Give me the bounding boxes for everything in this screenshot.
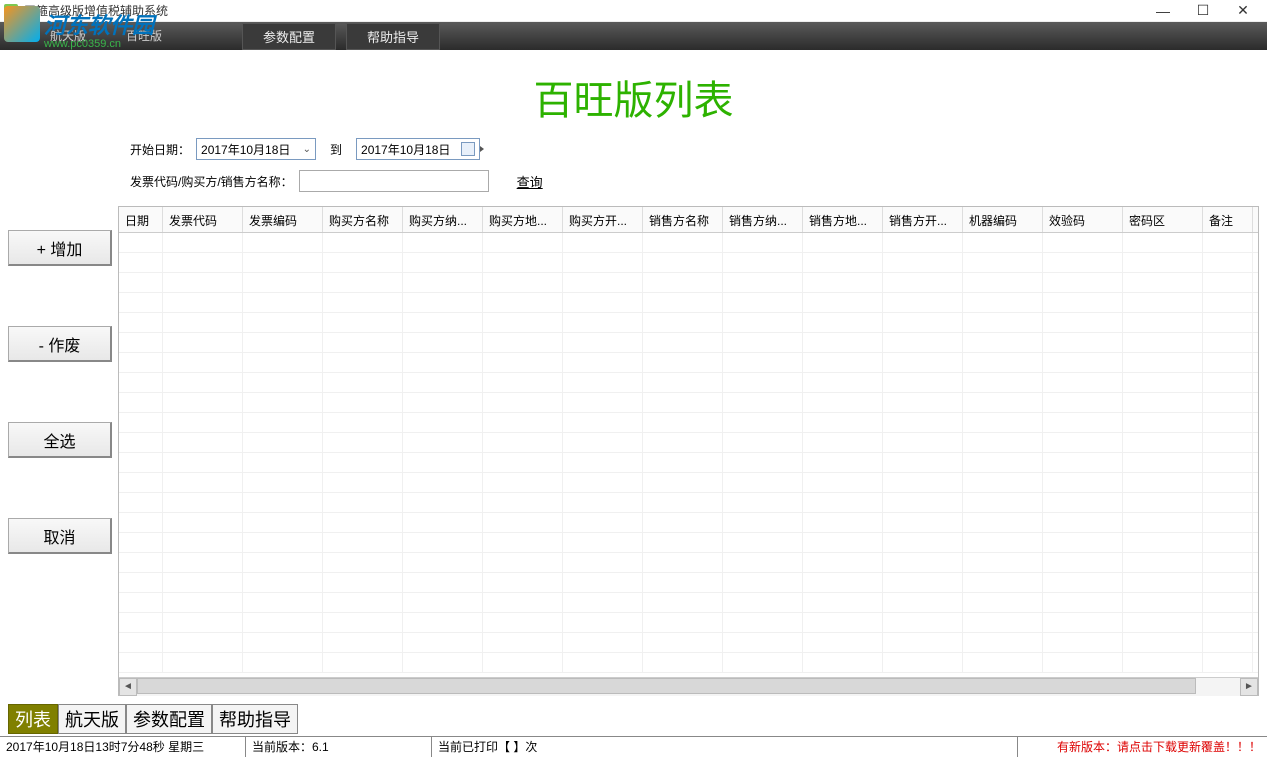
col-invoice-number[interactable]: 发票编码: [243, 207, 323, 232]
col-buyer-name[interactable]: 购买方名称: [323, 207, 403, 232]
end-date-picker[interactable]: 2017年10月18日: [356, 138, 480, 160]
col-check-code[interactable]: 效验码: [1043, 207, 1123, 232]
titlebar: 天箍高级版增值税辅助系统 — ☐ ✕: [0, 0, 1267, 22]
col-buyer-tax[interactable]: 购买方纳...: [403, 207, 483, 232]
tab-hangtian[interactable]: 航天版: [58, 704, 126, 734]
data-table: 日期 发票代码 发票编码 购买方名称 购买方纳... 购买方地... 购买方开.…: [118, 206, 1259, 696]
col-remark[interactable]: 备注: [1203, 207, 1253, 232]
status-update-notice[interactable]: 有新版本：请点击下载更新覆盖！！！: [1057, 738, 1261, 755]
col-buyer-addr[interactable]: 购买方地...: [483, 207, 563, 232]
scroll-left-icon[interactable]: ◄: [119, 678, 137, 696]
tab-help[interactable]: 帮助指导: [212, 704, 298, 734]
close-button[interactable]: ✕: [1223, 0, 1263, 22]
query-button[interactable]: 查询: [517, 172, 543, 191]
status-datetime: 2017年10月18日13时7分48秒 星期三: [6, 737, 246, 757]
col-invoice-code[interactable]: 发票代码: [163, 207, 243, 232]
status-version: 当前版本：6.1: [252, 737, 432, 757]
dropdown-arrow-icon: ⌄: [303, 144, 311, 155]
app-icon: [4, 4, 18, 18]
side-buttons: + 增加 - 作废 全选 取消: [8, 206, 112, 696]
col-cipher[interactable]: 密码区: [1123, 207, 1203, 232]
cancel-button[interactable]: 取消: [8, 518, 112, 554]
select-all-button[interactable]: 全选: [8, 422, 112, 458]
main-area: + 增加 - 作废 全选 取消 日期 发票代码 发票编码 购买方名称 购买方纳.…: [0, 206, 1267, 696]
col-seller-addr[interactable]: 销售方地...: [803, 207, 883, 232]
col-seller-tax[interactable]: 销售方纳...: [723, 207, 803, 232]
menu-item-baiwang[interactable]: 百旺版: [106, 22, 182, 50]
code-search-input[interactable]: [299, 170, 489, 192]
menu-button-config[interactable]: 参数配置: [242, 23, 336, 50]
scroll-thumb[interactable]: [137, 678, 1196, 694]
minimize-button[interactable]: —: [1143, 0, 1183, 22]
add-button[interactable]: + 增加: [8, 230, 112, 266]
page-title: 百旺版列表: [0, 50, 1267, 134]
bottom-tabs: 列表 航天版 参数配置 帮助指导: [8, 704, 298, 734]
start-date-value: 2017年10月18日: [201, 141, 290, 158]
col-machine-code[interactable]: 机器编码: [963, 207, 1043, 232]
window-title: 天箍高级版增值税辅助系统: [24, 2, 1143, 19]
tab-config[interactable]: 参数配置: [126, 704, 212, 734]
table-body[interactable]: [119, 233, 1258, 677]
to-label: 到: [330, 141, 342, 158]
col-seller-name[interactable]: 销售方名称: [643, 207, 723, 232]
col-date[interactable]: 日期: [119, 207, 163, 232]
end-date-value: 2017年10月18日: [361, 141, 450, 158]
start-date-picker[interactable]: 2017年10月18日 ⌄: [196, 138, 316, 160]
scroll-track[interactable]: [137, 678, 1240, 696]
menu-button-help[interactable]: 帮助指导: [346, 23, 440, 50]
window-controls: — ☐ ✕: [1143, 0, 1263, 22]
search-area: 开始日期： 2017年10月18日 ⌄ 到 2017年10月18日 发票代码/购…: [0, 134, 1267, 206]
col-seller-bank[interactable]: 销售方开...: [883, 207, 963, 232]
calendar-icon: [461, 142, 475, 156]
code-search-label: 发票代码/购买方/销售方名称：: [130, 173, 293, 190]
tab-list[interactable]: 列表: [8, 704, 58, 734]
horizontal-scrollbar[interactable]: ◄ ►: [119, 677, 1258, 695]
maximize-button[interactable]: ☐: [1183, 0, 1223, 22]
scroll-right-icon[interactable]: ►: [1240, 678, 1258, 696]
menu-item-hangtian[interactable]: 航天版: [30, 22, 106, 50]
void-button[interactable]: - 作废: [8, 326, 112, 362]
table-header: 日期 发票代码 发票编码 购买方名称 购买方纳... 购买方地... 购买方开.…: [119, 207, 1258, 233]
status-printed: 当前已打印【 】次: [438, 737, 1018, 757]
col-buyer-bank[interactable]: 购买方开...: [563, 207, 643, 232]
start-date-label: 开始日期：: [130, 141, 190, 158]
menubar: 航天版 百旺版 参数配置 帮助指导: [0, 22, 1267, 50]
statusbar: 2017年10月18日13时7分48秒 星期三 当前版本：6.1 当前已打印【 …: [0, 736, 1267, 756]
